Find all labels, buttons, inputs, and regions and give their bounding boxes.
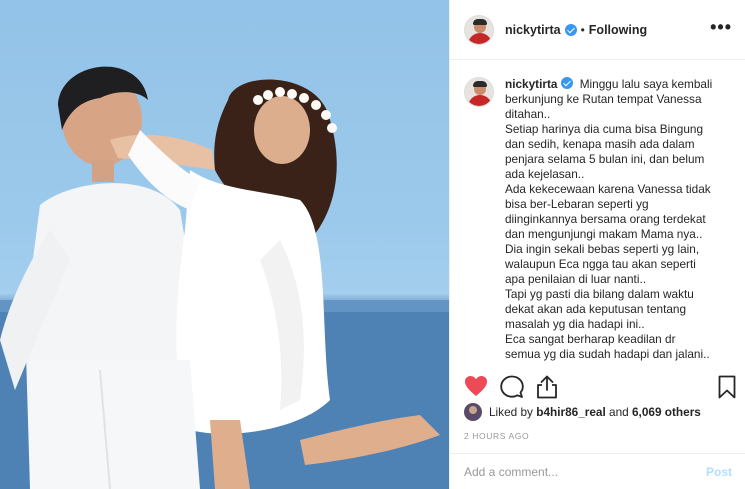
post-side-panel: nickytirta • Following ••• nickytirta Mi… <box>449 0 745 489</box>
verified-badge-icon <box>564 23 577 36</box>
author-username[interactable]: nickytirta <box>505 23 561 37</box>
caption-line: Setiap harinya dia cuma bisa Bingung <box>505 122 704 136</box>
caption-line: ditahan.. <box>505 107 551 121</box>
caption-line: walaupun Eca ngga tau akan seperti <box>505 257 696 271</box>
caption-line: dan mengunjungi makam Mama nya.. <box>505 227 703 241</box>
post-photo-illustration <box>0 0 449 489</box>
separator-dot: • <box>580 22 585 37</box>
caption-comment: nickytirta Minggu lalu saya kembali berk… <box>464 77 736 362</box>
caption-line: Eca sangat berharap keadilan dr <box>505 332 676 346</box>
comment-input[interactable] <box>464 464 706 479</box>
post-header: nickytirta • Following ••• <box>450 0 745 60</box>
likes-summary: Liked by b4hir86_real and 6,069 others <box>464 403 701 421</box>
caption-line: Ada kekecewaan karena Vanessa tidak <box>505 182 711 196</box>
caption-line: bisa ber-Lebaran seperti yg <box>505 197 649 211</box>
caption-username[interactable]: nickytirta <box>505 77 557 91</box>
share-icon[interactable] <box>536 375 558 399</box>
caption-line: masalah yg dia hadapi ini.. <box>505 317 645 331</box>
caption-line: diinginkannya bersama orang terdekat <box>505 212 706 226</box>
caption-line: Dia ingin sekali bebas seperti yg lain, <box>505 242 700 256</box>
post-photo[interactable] <box>0 0 449 489</box>
likes-prefix: Liked by <box>489 405 533 419</box>
more-options-icon[interactable]: ••• <box>710 18 732 36</box>
caption-text: nickytirta Minggu lalu saya kembali berk… <box>505 77 733 362</box>
caption-line: Minggu lalu saya kembali <box>579 77 713 91</box>
following-button[interactable]: Following <box>589 23 647 37</box>
comment-icon[interactable] <box>500 375 524 399</box>
caption-avatar[interactable] <box>464 77 494 107</box>
caption-line: berkunjung ke Rutan tempat Vanessa <box>505 92 702 106</box>
caption-verified-badge-icon <box>561 77 574 89</box>
heart-icon[interactable] <box>464 375 488 397</box>
caption-line: dekat akan ada keputusan tentang <box>505 302 687 316</box>
caption-line: penjara selama 5 bulan ini, dan belum <box>505 152 705 166</box>
caption-line: dan sedih, kenapa masih ada dalam <box>505 137 695 151</box>
caption-line: ada kejelasan.. <box>505 167 585 181</box>
likes-middle: and <box>609 405 629 419</box>
caption-line: apa penilaian di luar nanti.. <box>505 272 647 286</box>
liker-avatar[interactable] <box>464 403 482 421</box>
likes-count[interactable]: 6,069 others <box>632 405 701 419</box>
author-avatar[interactable] <box>464 14 494 45</box>
liker-username[interactable]: b4hir86_real <box>536 405 606 419</box>
bookmark-icon[interactable] <box>718 375 736 399</box>
post-comment-button[interactable]: Post <box>706 465 732 479</box>
post-actions <box>464 375 736 399</box>
caption-line: Tapi yg pasti dia bilang dalam waktu <box>505 287 694 301</box>
post-timestamp[interactable]: 2 HOURS AGO <box>464 431 529 441</box>
add-comment-bar: Post <box>450 453 745 489</box>
caption-line: semua yg dia sudah hadapi dan jalani.. <box>505 347 710 361</box>
